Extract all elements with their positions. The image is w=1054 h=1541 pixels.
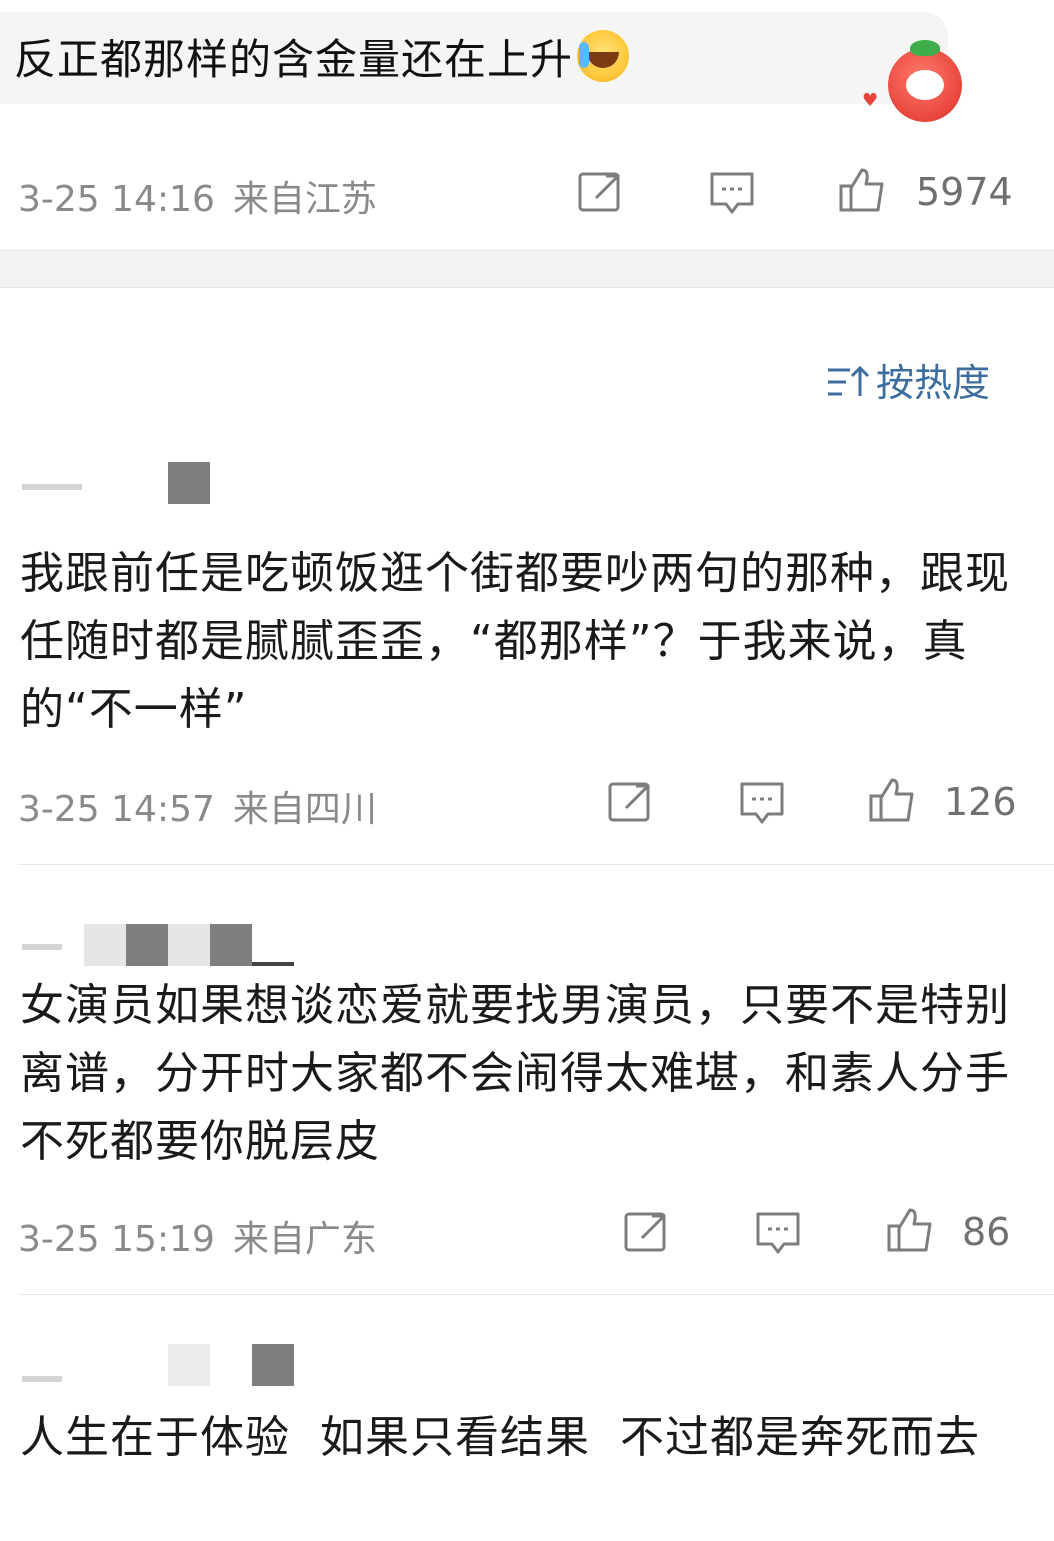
comment-icon (756, 1212, 800, 1254)
comment-meta: 3-25 15:19 来自广东 (18, 1210, 377, 1262)
like-count: 126 (944, 780, 1017, 824)
like-button[interactable] (886, 1206, 934, 1254)
comment-text: 女演员如果想谈恋爱就要找男演员，只要不是特别离谱，分开时大家都不会闹得太难堪，和… (20, 980, 1010, 1167)
comment-button[interactable] (738, 778, 786, 826)
strawberry-sticker-icon (888, 40, 962, 122)
thumb-up-icon (869, 778, 914, 822)
location: 来自四川 (232, 789, 377, 830)
repost-button[interactable] (622, 1208, 670, 1256)
user-badge (252, 1344, 294, 1386)
laughing-crying-emoji-icon (577, 30, 630, 82)
timestamp: 3-25 14:57 (18, 789, 215, 830)
repost-button[interactable] (576, 168, 624, 216)
top-post-card: 反正都那样的含金量还在上升 ♥ 3-25 14:16 来自江苏 5974 (0, 0, 1054, 250)
comment-button[interactable] (708, 168, 756, 216)
like-button[interactable] (868, 776, 916, 824)
sort-icon (826, 362, 870, 402)
section-divider (0, 250, 1054, 288)
location: 来自江苏 (232, 179, 377, 220)
sort-label: 按热度 (876, 361, 991, 405)
timestamp: 3-25 14:16 (18, 179, 215, 220)
heart-icon: ♥ (862, 90, 879, 111)
comment-meta: 3-25 14:57 来自四川 (18, 780, 377, 832)
location: 来自广东 (232, 1219, 377, 1260)
share-icon (608, 782, 650, 822)
like-count: 86 (962, 1210, 1011, 1254)
like-count: 5974 (916, 170, 1013, 214)
comment-icon (740, 782, 784, 824)
like-button[interactable] (838, 166, 886, 214)
share-icon (624, 1212, 666, 1252)
avatar[interactable] (168, 1344, 210, 1386)
top-post-text-content: 反正都那样的含金量还在上升 (14, 35, 574, 84)
thumb-up-icon (887, 1208, 932, 1252)
row-divider (18, 1294, 1054, 1295)
comment-icon (710, 172, 754, 214)
top-post-meta: 3-25 14:16 来自江苏 (18, 170, 377, 222)
timestamp: 3-25 15:19 (18, 1219, 215, 1260)
avatar[interactable] (168, 462, 210, 504)
repost-button[interactable] (606, 778, 654, 826)
thumb-up-icon (839, 168, 884, 212)
row-divider (18, 864, 1054, 865)
username-blurred (22, 944, 62, 950)
comment-button[interactable] (754, 1208, 802, 1256)
username-blurred (22, 1376, 62, 1382)
name-underline (252, 962, 294, 966)
top-post-text: 反正都那样的含金量还在上升 (14, 26, 630, 87)
avatar[interactable] (84, 924, 252, 966)
comment-text: 人生在于体验 如果只看结果 不过都是奔死而去 (20, 1412, 980, 1463)
username-blurred (22, 484, 82, 490)
sort-by-hot-button[interactable]: 按热度 (826, 352, 990, 407)
share-icon (578, 172, 620, 212)
comment-text: 我跟前任是吃顿饭逛个街都要吵两句的那种，跟现任随时都是腻腻歪歪，“都那样”？于我… (20, 548, 1010, 735)
